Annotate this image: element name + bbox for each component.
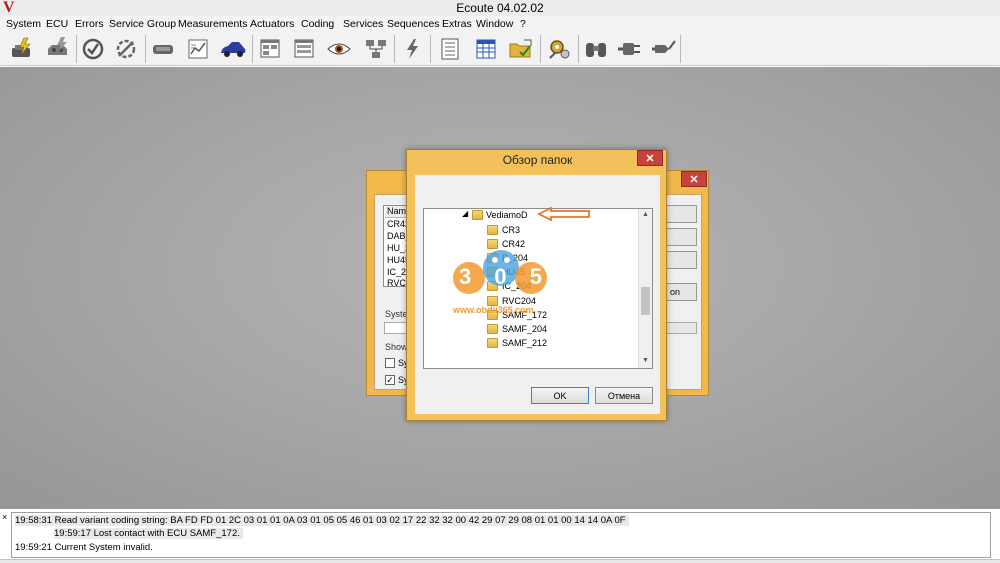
- cancel-button[interactable]: Отмена: [595, 387, 653, 404]
- progress-field: [665, 322, 697, 334]
- menu-measurements[interactable]: Measurements: [178, 18, 247, 30]
- tree-label: B_204: [502, 253, 529, 263]
- side-button[interactable]: [665, 228, 697, 246]
- menu-ecu[interactable]: ECU: [46, 18, 68, 30]
- check-circle-icon[interactable]: [79, 35, 107, 63]
- menu-coding[interactable]: Coding: [301, 18, 334, 30]
- car-icon[interactable]: [219, 35, 247, 63]
- log-pane: × 19:58:31 Read variant coding string: B…: [0, 508, 1000, 560]
- system-checkbox-checked[interactable]: ✓: [385, 375, 395, 385]
- toolbar: [0, 32, 1000, 66]
- socket-icon[interactable]: [650, 35, 678, 63]
- folder-icon: [487, 338, 498, 348]
- annotation-arrow-icon: [537, 207, 590, 221]
- close-button[interactable]: ✕: [681, 171, 707, 187]
- log-list[interactable]: 19:58:31 Read variant coding string: BA …: [11, 512, 991, 558]
- menu-service-group[interactable]: Service Group: [109, 18, 176, 30]
- folder-icon: [487, 296, 498, 306]
- close-icon: ✕: [645, 152, 655, 165]
- tree-label: RVC204: [502, 296, 536, 306]
- tree-label: CR3: [502, 225, 521, 235]
- menu-bar: System ECU Errors Service Group Measurem…: [0, 16, 1000, 32]
- folder-icon: [487, 324, 498, 334]
- system-checkbox[interactable]: [385, 358, 395, 368]
- scroll-down-icon[interactable]: ▼: [642, 357, 649, 364]
- tree-item-vediamod[interactable]: ◢ VediamoD: [424, 209, 638, 223]
- network-icon[interactable]: [362, 35, 390, 63]
- menu-sequences[interactable]: Sequences: [387, 18, 440, 30]
- gears-icon[interactable]: [546, 35, 574, 63]
- table-icon[interactable]: [472, 35, 500, 63]
- folder-icon: [487, 239, 498, 249]
- side-button[interactable]: on: [665, 283, 697, 301]
- tree-item[interactable]: RVC204: [424, 295, 638, 309]
- engine-lightning-icon[interactable]: [44, 35, 72, 63]
- eye-icon[interactable]: [325, 35, 353, 63]
- side-button[interactable]: [665, 251, 697, 269]
- expand-arrow-icon[interactable]: ◢: [462, 209, 468, 218]
- status-bar: [0, 559, 1000, 563]
- dialog-body: ◢ VediamoD CR3 CR42 B_204 HU45 IC_204 RV…: [415, 175, 660, 414]
- tree-item[interactable]: SAMF_204: [424, 323, 638, 337]
- tree-label: SAMF_212: [502, 338, 548, 348]
- side-button[interactable]: [665, 205, 697, 223]
- menu-actuators[interactable]: Actuators: [250, 18, 294, 30]
- tree-item[interactable]: SAMF_172: [424, 309, 638, 323]
- menu-services[interactable]: Services: [343, 18, 383, 30]
- show-label: Show: [385, 342, 408, 352]
- log-pane-close-icon[interactable]: ×: [2, 512, 7, 522]
- folder-check-icon[interactable]: [507, 35, 535, 63]
- lightning-icon[interactable]: [398, 35, 426, 63]
- menu-help[interactable]: ?: [520, 18, 526, 30]
- connector-icon[interactable]: [149, 35, 177, 63]
- browse-folder-dialog: Обзор папок ✕ ◢ VediamoD CR3 CR42 B_204: [406, 149, 667, 421]
- folder-icon: [487, 310, 498, 320]
- tree-label: VediamoD: [486, 210, 528, 220]
- folder-icon: [487, 253, 498, 263]
- tree-label: SAMF_172: [502, 310, 548, 320]
- list-icon[interactable]: [436, 35, 464, 63]
- tree-label: SAMF_204: [502, 324, 548, 334]
- tree-label: CR42: [502, 239, 526, 249]
- binoculars-icon[interactable]: [582, 35, 610, 63]
- tree-item[interactable]: IC_204: [424, 280, 638, 294]
- menu-errors[interactable]: Errors: [75, 18, 104, 30]
- tree-item[interactable]: CR3: [424, 224, 638, 238]
- plug-icon[interactable]: [616, 35, 644, 63]
- title-bar: V Ecoute 04.02.02: [0, 0, 1000, 16]
- menu-system[interactable]: System: [6, 18, 41, 30]
- folder-icon: [472, 210, 483, 220]
- tree-label: IC_204: [502, 281, 532, 291]
- slash-circle-icon[interactable]: [112, 35, 140, 63]
- chart-icon[interactable]: [184, 35, 212, 63]
- folder-icon: [487, 281, 498, 291]
- window-grid-icon[interactable]: [290, 35, 318, 63]
- ok-button[interactable]: OK: [531, 387, 589, 404]
- folder-icon: [487, 225, 498, 235]
- dialog-close-button[interactable]: ✕: [637, 150, 663, 166]
- tree-scrollbar[interactable]: ▲ ▼: [638, 209, 652, 368]
- log-line: 19:59:21 Current System invalid.: [15, 542, 153, 553]
- scroll-thumb[interactable]: [641, 287, 650, 315]
- menu-window[interactable]: Window: [476, 18, 513, 30]
- tree-item[interactable]: HU45: [424, 266, 638, 280]
- window-title: Ecoute 04.02.02: [456, 1, 544, 15]
- log-line: 19:59:17 Lost contact with ECU SAMF_172.: [54, 528, 243, 539]
- scroll-up-icon[interactable]: ▲: [642, 211, 649, 218]
- dialog-title: Обзор папок: [502, 153, 573, 167]
- folder-tree[interactable]: ◢ VediamoD CR3 CR42 B_204 HU45 IC_204 RV…: [423, 208, 653, 369]
- tree-item[interactable]: B_204: [424, 252, 638, 266]
- folder-icon: [487, 267, 498, 277]
- tree-item[interactable]: SAMF_212: [424, 337, 638, 351]
- tree-item[interactable]: CR42: [424, 238, 638, 252]
- window-grid-icon[interactable]: [256, 35, 284, 63]
- close-icon: ✕: [689, 173, 699, 186]
- tool-lightning-icon[interactable]: [8, 35, 36, 63]
- log-line: 19:58:31 Read variant coding string: BA …: [15, 515, 629, 526]
- tree-label: HU45: [502, 267, 526, 277]
- menu-extras[interactable]: Extras: [442, 18, 472, 30]
